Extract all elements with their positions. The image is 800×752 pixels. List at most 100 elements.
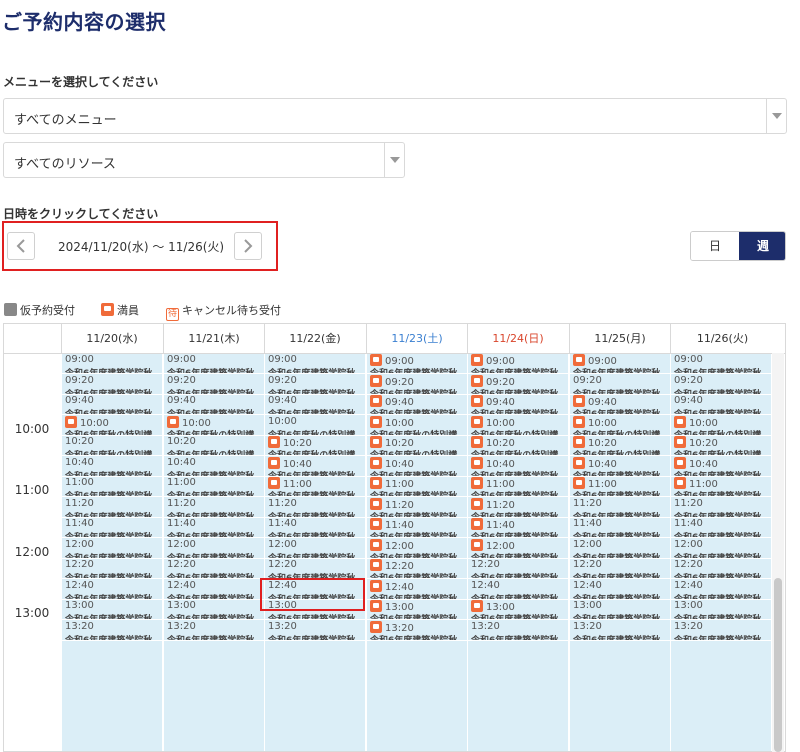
time-slot[interactable]: 10:00 令和6年度秋の特別講 xyxy=(671,415,771,436)
time-slot[interactable]: 09:20 令和6年度建築学院秋 xyxy=(468,374,568,395)
time-slot[interactable]: 11:00 令和6年度建築学院秋 xyxy=(367,477,467,497)
time-slot[interactable]: 09:00 令和6年度建築学院秋 xyxy=(367,354,467,374)
menu-select-arrow[interactable] xyxy=(766,99,786,133)
time-slot[interactable]: 11:20 令和6年度建築学院秋 xyxy=(265,498,365,518)
time-slot[interactable]: 12:40 令和6年度建築学院秋 xyxy=(468,580,568,600)
week-view-button[interactable]: 週 xyxy=(739,232,785,260)
time-slot[interactable]: 10:40 令和6年度建築学院秋 xyxy=(671,456,771,477)
time-slot[interactable]: 10:40 令和6年度建築学院秋 xyxy=(367,456,467,477)
time-slot[interactable]: 10:40 令和6年度建築学院秋 xyxy=(164,457,264,477)
time-slot[interactable]: 09:00 令和6年度建築学院秋 xyxy=(570,354,670,374)
time-slot[interactable]: 11:00 令和6年度建築学院秋 xyxy=(164,477,264,497)
time-slot[interactable]: 12:00 令和6年度建築学院秋 xyxy=(570,539,670,559)
menu-select[interactable]: すべてのメニュー xyxy=(3,98,787,134)
time-slot[interactable]: 12:00 令和6年度建築学院秋 xyxy=(265,539,365,559)
time-slot[interactable]: 12:20 令和6年度建築学院秋 xyxy=(468,559,568,579)
time-slot[interactable]: 12:40 令和6年度建築学院秋 xyxy=(367,579,467,600)
resource-select-arrow[interactable] xyxy=(384,143,404,177)
time-slot[interactable]: 10:40 令和6年度建築学院秋 xyxy=(62,457,162,477)
time-slot[interactable]: 13:00 令和6年度建築学院秋 xyxy=(570,600,670,620)
time-slot[interactable]: 11:00 令和6年度建築学院秋 xyxy=(62,477,162,497)
time-slot[interactable]: 10:40 令和6年度建築学院秋 xyxy=(468,456,568,477)
resource-select[interactable]: すべてのリソース xyxy=(3,142,405,178)
time-slot[interactable]: 10:20 令和6年度秋の特別講 xyxy=(570,436,670,456)
time-slot[interactable]: 11:00 令和6年度建築学院秋 xyxy=(265,477,365,497)
time-slot[interactable]: 09:40 令和6年度建築学院秋 xyxy=(570,395,670,415)
time-slot[interactable]: 10:20 令和6年度秋の特別講 xyxy=(265,436,365,456)
time-slot[interactable]: 09:40 令和6年度建築学院秋 xyxy=(265,395,365,415)
time-slot[interactable]: 09:20 令和6年度建築学院秋 xyxy=(671,375,771,395)
time-slot[interactable]: 10:20 令和6年度秋の特別講 xyxy=(468,436,568,456)
time-slot[interactable]: 09:40 令和6年度建築学院秋 xyxy=(671,395,771,415)
time-slot[interactable]: 11:40 令和6年度建築学院秋 xyxy=(570,518,670,538)
time-slot[interactable]: 13:20 令和6年度建築学院秋 xyxy=(164,621,264,641)
time-slot[interactable]: 11:40 令和6年度建築学院秋 xyxy=(164,518,264,538)
time-slot[interactable]: 12:20 令和6年度建築学院秋 xyxy=(367,559,467,579)
time-slot[interactable]: 12:40 令和6年度建築学院秋 xyxy=(671,580,771,600)
time-slot[interactable]: 10:20 令和6年度秋の特別講 xyxy=(164,436,264,456)
scrollbar-thumb[interactable] xyxy=(774,578,782,752)
time-slot[interactable]: 09:20 令和6年度建築学院秋 xyxy=(62,375,162,395)
time-slot[interactable]: 12:20 令和6年度建築学院秋 xyxy=(265,559,365,579)
next-week-button[interactable] xyxy=(234,232,262,260)
time-slot[interactable]: 09:40 令和6年度建築学院秋 xyxy=(164,395,264,415)
time-slot[interactable]: 12:40 令和6年度建築学院秋 xyxy=(62,580,162,600)
time-slot[interactable]: 13:20 令和6年度建築学院秋 xyxy=(468,621,568,641)
time-slot[interactable]: 09:40 令和6年度建築学院秋 xyxy=(367,395,467,415)
time-slot[interactable]: 09:00 令和6年度建築学院秋 xyxy=(164,354,264,374)
time-slot[interactable]: 12:00 令和6年度建築学院秋 xyxy=(62,539,162,559)
time-slot[interactable]: 12:20 令和6年度建築学院秋 xyxy=(570,559,670,579)
time-slot[interactable]: 10:20 令和6年度秋の特別講 xyxy=(367,436,467,456)
time-slot[interactable]: 13:20 令和6年度建築学院秋 xyxy=(265,621,365,641)
time-slot[interactable]: 13:20 令和6年度建築学院秋 xyxy=(671,621,771,641)
time-slot[interactable]: 11:20 令和6年度建築学院秋 xyxy=(62,498,162,518)
time-slot[interactable]: 10:00 令和6年度秋の特別講 xyxy=(468,415,568,436)
calendar-scrollbar[interactable] xyxy=(772,353,784,752)
time-slot[interactable]: 11:40 令和6年度建築学院秋 xyxy=(367,518,467,538)
time-slot[interactable]: 11:00 令和6年度建築学院秋 xyxy=(468,477,568,497)
day-view-button[interactable]: 日 xyxy=(691,232,739,260)
time-slot[interactable]: 13:20 令和6年度建築学院秋 xyxy=(570,621,670,641)
time-slot[interactable]: 10:00 令和6年度秋の特別講 xyxy=(164,415,264,436)
time-slot[interactable]: 09:20 令和6年度建築学院秋 xyxy=(367,374,467,395)
time-slot[interactable]: 11:20 令和6年度建築学院秋 xyxy=(671,498,771,518)
time-slot[interactable]: 10:00 令和6年度秋の特別講 xyxy=(265,416,365,436)
time-slot[interactable]: 10:40 令和6年度建築学院秋 xyxy=(265,456,365,477)
time-slot[interactable]: 10:20 令和6年度秋の特別講 xyxy=(671,436,771,456)
time-slot[interactable]: 11:20 令和6年度建築学院秋 xyxy=(164,498,264,518)
time-slot[interactable]: 09:20 令和6年度建築学院秋 xyxy=(164,375,264,395)
time-slot[interactable]: 10:00 令和6年度秋の特別講 xyxy=(367,415,467,436)
time-slot[interactable]: 13:00 令和6年度建築学院秋 xyxy=(468,600,568,620)
time-slot[interactable]: 11:00 令和6年度建築学院秋 xyxy=(671,477,771,497)
time-slot[interactable]: 12:40 令和6年度建築学院秋 xyxy=(570,580,670,600)
time-slot[interactable]: 12:40 令和6年度建築学院秋 xyxy=(164,580,264,600)
time-slot[interactable]: 11:20 令和6年度建築学院秋 xyxy=(468,497,568,518)
time-slot[interactable]: 13:20 令和6年度建築学院秋 xyxy=(367,620,467,641)
time-slot[interactable]: 09:00 令和6年度建築学院秋 xyxy=(468,354,568,374)
time-slot[interactable]: 11:40 令和6年度建築学院秋 xyxy=(468,518,568,538)
time-slot[interactable]: 10:40 令和6年度建築学院秋 xyxy=(570,456,670,477)
time-slot[interactable]: 09:00 令和6年度建築学院秋 xyxy=(62,354,162,374)
time-slot[interactable]: 11:00 令和6年度建築学院秋 xyxy=(570,477,670,497)
time-slot[interactable]: 13:00 令和6年度建築学院秋 xyxy=(62,600,162,620)
time-slot[interactable]: 09:20 令和6年度建築学院秋 xyxy=(265,375,365,395)
time-slot[interactable]: 11:40 令和6年度建築学院秋 xyxy=(62,518,162,538)
time-slot[interactable]: 10:00 令和6年度秋の特別講 xyxy=(570,415,670,436)
time-slot[interactable]: 13:00 令和6年度建築学院秋 xyxy=(671,600,771,620)
time-slot[interactable]: 12:20 令和6年度建築学院秋 xyxy=(671,559,771,579)
time-slot[interactable]: 09:20 令和6年度建築学院秋 xyxy=(570,375,670,395)
time-slot[interactable]: 12:00 令和6年度建築学院秋 xyxy=(468,538,568,559)
time-slot[interactable]: 13:00 令和6年度建築学院秋 xyxy=(164,600,264,620)
time-slot[interactable]: 11:20 令和6年度建築学院秋 xyxy=(570,498,670,518)
prev-week-button[interactable] xyxy=(7,232,35,260)
time-slot[interactable]: 09:00 令和6年度建築学院秋 xyxy=(671,354,771,374)
time-slot[interactable]: 12:00 令和6年度建築学院秋 xyxy=(164,539,264,559)
time-slot[interactable]: 09:00 令和6年度建築学院秋 xyxy=(265,354,365,374)
time-slot[interactable]: 10:00 令和6年度秋の特別講 xyxy=(62,415,162,436)
time-slot[interactable]: 11:40 令和6年度建築学院秋 xyxy=(671,518,771,538)
time-slot[interactable]: 11:40 令和6年度建築学院秋 xyxy=(265,518,365,538)
time-slot[interactable]: 13:00 令和6年度建築学院秋 xyxy=(367,600,467,620)
time-slot[interactable]: 12:00 令和6年度建築学院秋 xyxy=(367,538,467,559)
time-slot[interactable]: 09:40 令和6年度建築学院秋 xyxy=(468,395,568,415)
time-slot[interactable]: 13:20 令和6年度建築学院秋 xyxy=(62,621,162,641)
